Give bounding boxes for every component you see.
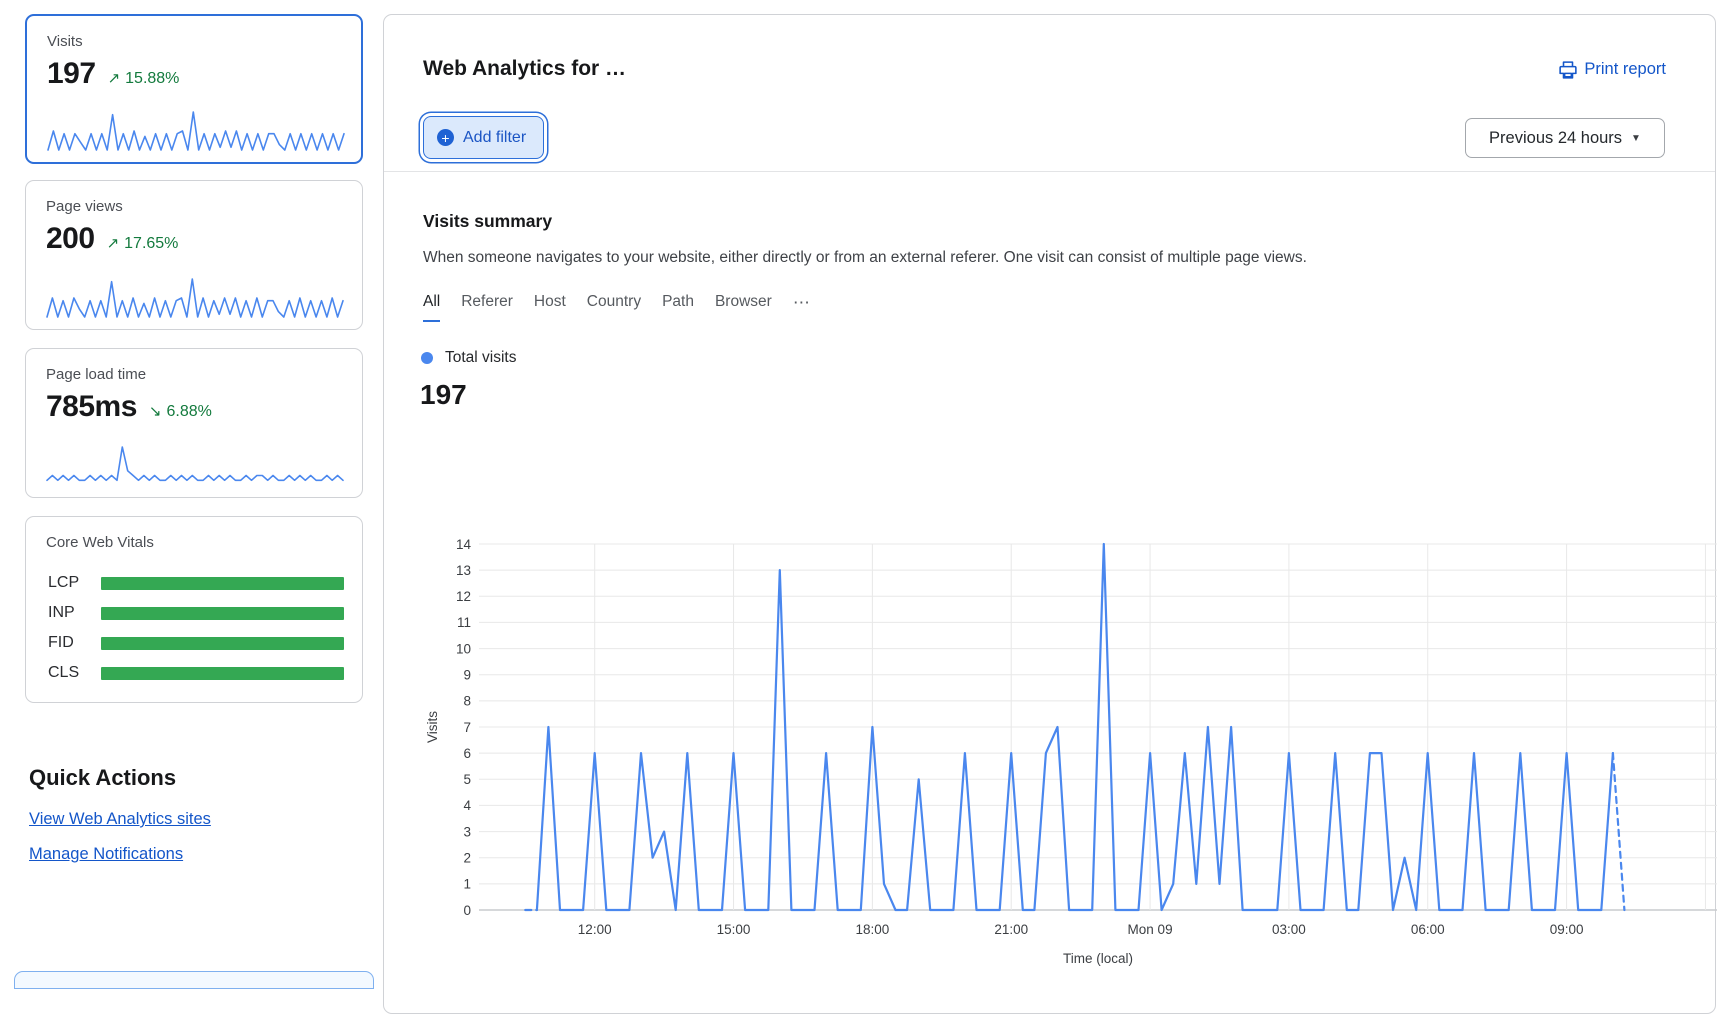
cwv-metric-label: FID	[48, 634, 101, 652]
visits-sparkline	[47, 110, 345, 152]
svg-text:3: 3	[463, 824, 471, 839]
chart-legend: Total visits	[421, 349, 517, 367]
add-filter-button[interactable]: + Add filter	[423, 116, 544, 159]
time-range-dropdown[interactable]: Previous 24 hours ▼	[1465, 118, 1665, 158]
plus-icon: +	[437, 129, 454, 146]
metric-card-value: 200	[46, 222, 95, 256]
next-card-top-edge	[14, 971, 374, 989]
svg-text:12: 12	[456, 589, 471, 604]
metric-card-delta: ↗ 17.65%	[107, 234, 179, 253]
svg-text:4: 4	[463, 798, 471, 813]
tab-country[interactable]: Country	[587, 293, 641, 322]
more-tabs-button[interactable]: ⋯	[793, 293, 811, 322]
svg-text:13: 13	[456, 563, 471, 578]
print-report-label: Print report	[1584, 60, 1666, 79]
svg-text:1: 1	[463, 877, 471, 892]
svg-text:2: 2	[463, 851, 471, 866]
svg-text:06:00: 06:00	[1411, 922, 1445, 937]
metric-card-delta-value: 15.88%	[125, 70, 179, 88]
manage-notifications-link[interactable]: Manage Notifications	[29, 845, 183, 864]
metric-card-label: Page load time	[46, 366, 146, 383]
svg-text:Visits: Visits	[425, 711, 440, 743]
page-views-sparkline	[46, 277, 344, 319]
dimension-tabs: All Referer Host Country Path Browser ⋯	[423, 293, 811, 322]
quick-actions-title: Quick Actions	[29, 765, 176, 791]
metric-card-page-views[interactable]: Page views 200 ↗ 17.65%	[25, 180, 363, 330]
svg-text:11: 11	[457, 615, 471, 630]
svg-text:0: 0	[463, 903, 471, 918]
trend-up-icon: ↗	[108, 69, 121, 87]
core-web-vitals-card: Core Web Vitals LCP INP FID CLS	[25, 516, 363, 703]
web-analytics-panel: Web Analytics for … Print report + Add f…	[383, 14, 1716, 1014]
metric-card-visits[interactable]: Visits 197 ↗ 15.88%	[25, 14, 363, 164]
svg-text:12:00: 12:00	[578, 922, 612, 937]
svg-text:10: 10	[456, 641, 471, 656]
svg-text:03:00: 03:00	[1272, 922, 1306, 937]
metric-card-value: 197	[47, 57, 96, 91]
time-range-value: Previous 24 hours	[1489, 129, 1622, 148]
svg-text:15:00: 15:00	[717, 922, 751, 937]
tab-referer[interactable]: Referer	[461, 293, 513, 322]
legend-dot-icon	[421, 352, 433, 364]
tab-path[interactable]: Path	[662, 293, 694, 322]
metric-card-delta-value: 17.65%	[124, 235, 178, 253]
cwv-metric-label: LCP	[48, 574, 101, 592]
total-visits-value: 197	[420, 379, 467, 411]
svg-text:21:00: 21:00	[994, 922, 1028, 937]
chevron-down-icon: ▼	[1631, 133, 1641, 144]
printer-icon	[1559, 61, 1577, 79]
svg-text:09:00: 09:00	[1550, 922, 1584, 937]
print-report-button[interactable]: Print report	[1559, 60, 1666, 79]
metric-card-label: Visits	[47, 33, 83, 50]
cwv-metric-bar	[101, 607, 344, 620]
svg-text:8: 8	[463, 694, 471, 709]
legend-label: Total visits	[445, 349, 517, 367]
view-web-analytics-sites-link[interactable]: View Web Analytics sites	[29, 810, 211, 829]
visits-summary-description: When someone navigates to your website, …	[423, 249, 1307, 267]
svg-text:6: 6	[463, 746, 471, 761]
cwv-metric-label: CLS	[48, 664, 101, 682]
trend-down-icon: ↘	[149, 402, 162, 420]
tab-all[interactable]: All	[423, 293, 440, 322]
svg-text:9: 9	[463, 668, 471, 683]
metric-card-page-load-time[interactable]: Page load time 785ms ↘ 6.88%	[25, 348, 363, 498]
page-title: Web Analytics for …	[423, 57, 626, 81]
svg-text:14: 14	[456, 537, 472, 552]
metric-card-delta: ↗ 15.88%	[108, 69, 180, 88]
svg-text:7: 7	[463, 720, 471, 735]
add-filter-label: Add filter	[463, 129, 526, 147]
visits-chart: 0123456789101112131412:0015:0018:0021:00…	[421, 471, 1717, 976]
svg-text:18:00: 18:00	[855, 922, 889, 937]
svg-text:5: 5	[463, 772, 471, 787]
metric-card-value: 785ms	[46, 390, 137, 424]
cwv-metric-label: INP	[48, 604, 101, 622]
svg-text:Mon 09: Mon 09	[1128, 922, 1173, 937]
metric-card-delta: ↘ 6.88%	[149, 402, 212, 421]
cwv-metric-bar	[101, 577, 344, 590]
metric-card-delta-value: 6.88%	[167, 403, 212, 421]
header-divider	[384, 171, 1715, 172]
trend-up-icon: ↗	[107, 234, 120, 252]
svg-text:Time (local): Time (local)	[1063, 951, 1133, 966]
core-web-vitals-title: Core Web Vitals	[46, 534, 154, 551]
tab-host[interactable]: Host	[534, 293, 566, 322]
visits-summary-title: Visits summary	[423, 211, 552, 232]
page-load-sparkline	[46, 445, 344, 487]
cwv-metric-bar	[101, 637, 344, 650]
cwv-metric-bar	[101, 667, 344, 680]
metric-card-label: Page views	[46, 198, 123, 215]
tab-browser[interactable]: Browser	[715, 293, 772, 322]
